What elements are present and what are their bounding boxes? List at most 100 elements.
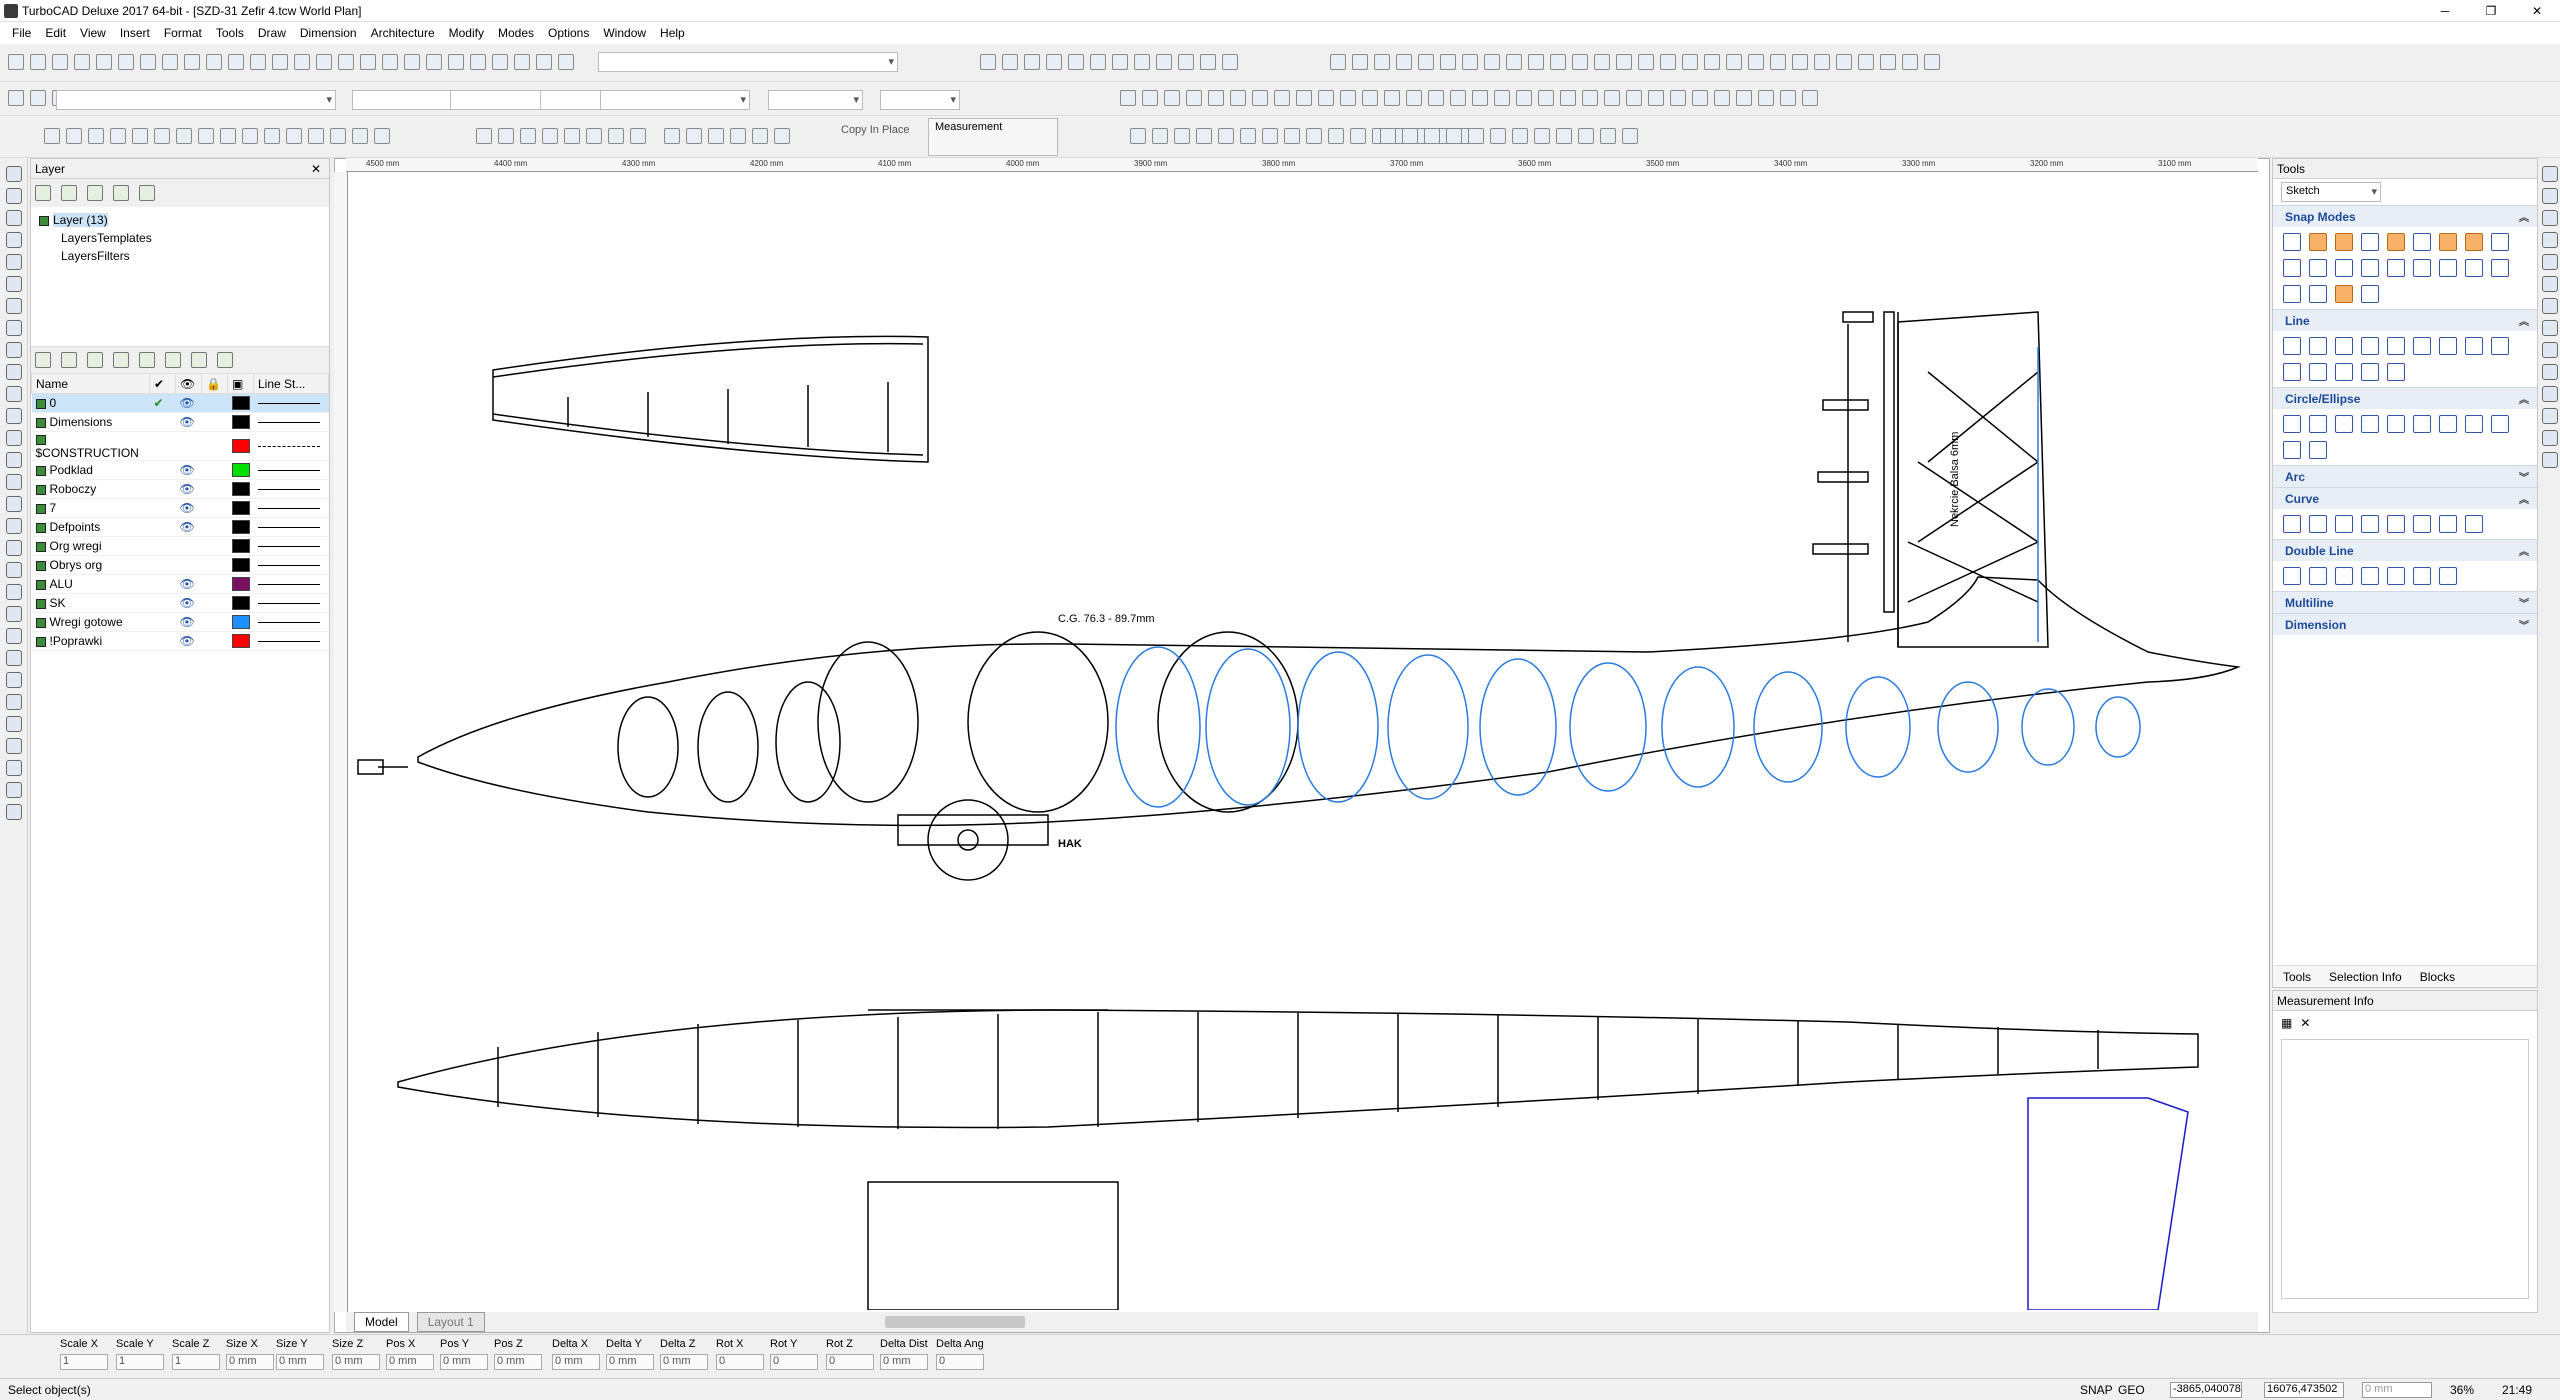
toolbar-button[interactable] [1362, 90, 1378, 106]
layer-visible-cell[interactable]: 👁 [175, 517, 202, 537]
toolbar-button[interactable] [1578, 128, 1594, 144]
toolbar-button[interactable] [514, 54, 530, 70]
tool-icon[interactable] [2309, 285, 2327, 303]
toolbar-button[interactable] [1714, 90, 1730, 106]
toolbar-button[interactable] [1660, 54, 1676, 70]
tool-icon[interactable] [2439, 259, 2457, 277]
left-tool[interactable] [6, 408, 22, 424]
tab-tools[interactable]: Tools [2283, 970, 2311, 984]
toolbar-button[interactable] [286, 128, 302, 144]
toolbar-button[interactable] [1130, 128, 1146, 144]
inspector-value[interactable]: 0 mm [552, 1354, 600, 1370]
toolbar-button[interactable] [1556, 128, 1572, 144]
section-curve[interactable]: Curve [2273, 487, 2537, 509]
layer-row[interactable]: Wregi gotowe 👁 [31, 612, 329, 632]
section-circle-ellipse[interactable]: Circle/Ellipse [2273, 387, 2537, 409]
right-tool[interactable] [2542, 298, 2558, 314]
toolbar-button[interactable] [294, 54, 310, 70]
toolbar-button[interactable] [1152, 128, 1168, 144]
property-combo[interactable] [56, 90, 336, 110]
left-tool[interactable] [6, 188, 22, 204]
tool-icon[interactable] [2439, 567, 2457, 585]
layer-linestyle-cell[interactable] [253, 431, 329, 461]
right-tool[interactable] [2542, 452, 2558, 468]
tool-icon[interactable] [2309, 515, 2327, 533]
tool-icon[interactable] [2361, 337, 2379, 355]
left-tool[interactable] [6, 672, 22, 688]
toolbar-button[interactable] [1704, 54, 1720, 70]
toolbar-button[interactable] [198, 128, 214, 144]
toolbar-button[interactable] [498, 128, 514, 144]
tab-blocks[interactable]: Blocks [2420, 970, 2455, 984]
inspector-value[interactable]: 1 [172, 1354, 220, 1370]
close-button[interactable]: ✕ [2514, 0, 2560, 22]
tool-icon[interactable] [2491, 415, 2509, 433]
right-tool[interactable] [2542, 342, 2558, 358]
toolbar-button[interactable] [308, 128, 324, 144]
right-tool[interactable] [2542, 320, 2558, 336]
toolbar-button[interactable] [360, 54, 376, 70]
toolbar-button[interactable] [1446, 128, 1462, 144]
layer-current-cell[interactable] [149, 555, 176, 575]
right-tool[interactable] [2542, 386, 2558, 402]
toolbar-button[interactable] [1736, 90, 1752, 106]
toolbar-button[interactable] [66, 128, 82, 144]
layer-color-cell[interactable] [227, 555, 254, 575]
workspace-mode-select[interactable]: Sketch [2281, 182, 2381, 202]
toolbar-button[interactable] [1594, 54, 1610, 70]
toolbar-button[interactable] [448, 54, 464, 70]
toolbar-button[interactable] [220, 128, 236, 144]
toolbar-button[interactable] [1218, 128, 1234, 144]
toolbar-button[interactable] [316, 54, 332, 70]
left-tool[interactable] [6, 694, 22, 710]
tool-icon[interactable] [2335, 415, 2353, 433]
toolbar-button[interactable] [1230, 90, 1246, 106]
layer-visible-cell[interactable] [175, 536, 202, 556]
left-tool[interactable] [6, 738, 22, 754]
tool-icon[interactable] [2387, 363, 2405, 381]
toolbar-button[interactable] [1296, 90, 1312, 106]
right-tool[interactable] [2542, 408, 2558, 424]
toolbar-button[interactable] [426, 54, 442, 70]
layer-lock-cell[interactable] [201, 555, 228, 575]
toolbar-button[interactable] [1670, 90, 1686, 106]
tool-icon[interactable] [2387, 515, 2405, 533]
toolbar-button[interactable] [242, 128, 258, 144]
toolbar-button[interactable] [686, 128, 702, 144]
layer-visible-cell[interactable]: 👁 [175, 631, 202, 651]
menu-options[interactable]: Options [548, 26, 589, 40]
layer-visible-cell[interactable]: 👁 [175, 460, 202, 480]
tool-icon[interactable] [2465, 259, 2483, 277]
section-line[interactable]: Line [2273, 309, 2537, 331]
inspector-value[interactable]: 0 mm [494, 1354, 542, 1370]
toolbar-button[interactable] [1770, 54, 1786, 70]
tool-icon[interactable] [2361, 515, 2379, 533]
menu-window[interactable]: Window [603, 26, 646, 40]
refresh-icon[interactable] [139, 185, 155, 201]
section-multiline[interactable]: Multiline [2273, 591, 2537, 613]
menu-view[interactable]: View [80, 26, 106, 40]
layer-lock-cell[interactable] [201, 517, 228, 537]
left-tool[interactable] [6, 716, 22, 732]
toolbar-button[interactable] [140, 54, 156, 70]
layer-filter-icon[interactable] [87, 185, 103, 201]
column-name[interactable]: Name [31, 373, 150, 394]
layer-lock-cell[interactable] [201, 536, 228, 556]
toolbar-button[interactable] [1186, 90, 1202, 106]
inspector-value[interactable]: 0 mm [226, 1354, 274, 1370]
copy-in-place-button[interactable]: Copy In Place [841, 124, 909, 136]
tool-icon[interactable] [2413, 515, 2431, 533]
right-tool[interactable] [2542, 166, 2558, 182]
left-tool[interactable] [6, 210, 22, 226]
toolbar-button[interactable] [1428, 90, 1444, 106]
inspector-value[interactable]: 0 mm [606, 1354, 654, 1370]
toolbar-button[interactable] [96, 54, 112, 70]
layer-tree-root[interactable]: Layer (13) [53, 213, 108, 227]
geo-indicator[interactable]: GEO [2118, 1383, 2145, 1397]
tool-icon[interactable] [2361, 259, 2379, 277]
left-tool[interactable] [6, 540, 22, 556]
layer-linestyle-cell[interactable] [253, 460, 329, 480]
layer-linestyle-cell[interactable] [253, 612, 329, 632]
layer-visible-cell[interactable]: 👁 [175, 574, 202, 594]
toolbar-button[interactable] [1468, 128, 1484, 144]
